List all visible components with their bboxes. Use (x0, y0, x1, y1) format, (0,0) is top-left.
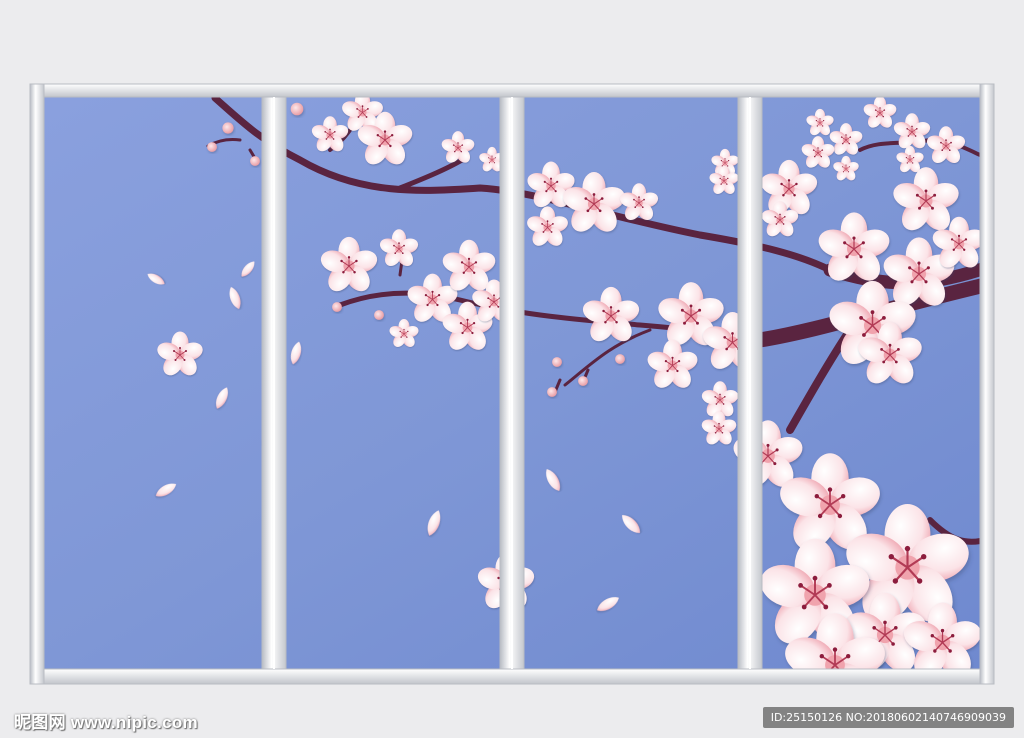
image-id-label: ID:25150126 NO:20180602140746909039 (762, 707, 1014, 728)
screen-partition-artwork (29, 83, 995, 685)
top-rail (29, 83, 995, 98)
bottom-rail (29, 668, 995, 685)
right-post (979, 83, 995, 685)
nipic-watermark: 昵图网 www.nipic.com (14, 713, 198, 732)
left-post (29, 83, 45, 685)
